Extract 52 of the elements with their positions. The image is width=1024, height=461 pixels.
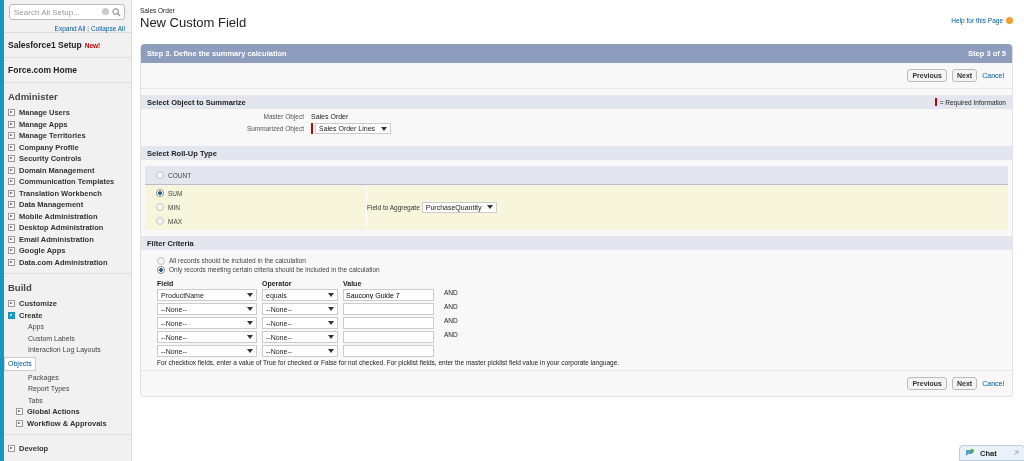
expand-toggle-icon[interactable] — [16, 408, 23, 416]
caret-icon — [247, 307, 253, 311]
expand-toggle-icon[interactable] — [8, 247, 15, 255]
expand-toggle-icon[interactable] — [8, 445, 15, 453]
caret-icon — [328, 335, 334, 339]
search-field[interactable]: Search All Setup... — [9, 4, 125, 20]
value-input[interactable] — [343, 317, 434, 329]
expand-toggle-icon[interactable] — [8, 132, 15, 140]
expand-toggle-icon[interactable] — [8, 120, 15, 128]
info-icon — [102, 8, 109, 15]
expand-toggle-icon[interactable] — [8, 143, 15, 151]
radio-button[interactable] — [157, 265, 165, 274]
search-icon[interactable] — [112, 7, 121, 17]
popout-arrow-icon — [1013, 450, 1019, 456]
caret-icon — [487, 205, 494, 209]
expand-toggle-icon[interactable] — [8, 212, 15, 220]
radio-button[interactable] — [156, 203, 164, 211]
page-title: New Custom Field — [140, 15, 247, 30]
expand-toggle-icon[interactable] — [8, 235, 15, 243]
expand-toggle-icon[interactable] — [8, 224, 15, 232]
caret-icon — [328, 349, 334, 353]
value-input[interactable] — [343, 345, 434, 357]
expand-toggle-icon[interactable] — [8, 166, 15, 174]
radio-button[interactable] — [156, 171, 164, 179]
caret-icon — [328, 321, 334, 325]
caret-icon — [247, 335, 253, 339]
value-input[interactable] — [343, 303, 434, 315]
setup-nav-link[interactable]: Force.com Home — [8, 65, 77, 75]
caret-icon — [381, 126, 388, 131]
section-heading: Build — [8, 282, 33, 293]
expand-toggle-icon[interactable] — [8, 201, 15, 209]
radio-button[interactable] — [157, 256, 165, 265]
expand-toggle-icon[interactable] — [16, 419, 23, 427]
expand-toggle-icon[interactable] — [8, 109, 15, 117]
chat-bubble-icon — [965, 449, 975, 457]
expand-toggle-icon[interactable] — [8, 258, 15, 266]
radio-button[interactable] — [156, 189, 164, 197]
caret-icon — [247, 349, 253, 353]
value-input[interactable] — [343, 331, 434, 343]
expand-toggle-icon[interactable] — [8, 311, 15, 319]
expand-toggle-icon[interactable] — [8, 300, 15, 308]
caret-icon — [328, 307, 334, 311]
section-heading: Administer — [8, 91, 59, 102]
caret-icon — [328, 293, 334, 297]
setup-nav-link[interactable]: Salesforce1 Setup — [8, 40, 82, 50]
expand-toggle-icon[interactable] — [8, 178, 15, 186]
expand-toggle-icon[interactable] — [8, 155, 15, 163]
expand-toggle-icon[interactable] — [8, 189, 15, 197]
required-marker — [934, 98, 937, 106]
caret-icon — [247, 321, 253, 325]
radio-button[interactable] — [156, 217, 164, 225]
caret-icon — [247, 293, 253, 297]
